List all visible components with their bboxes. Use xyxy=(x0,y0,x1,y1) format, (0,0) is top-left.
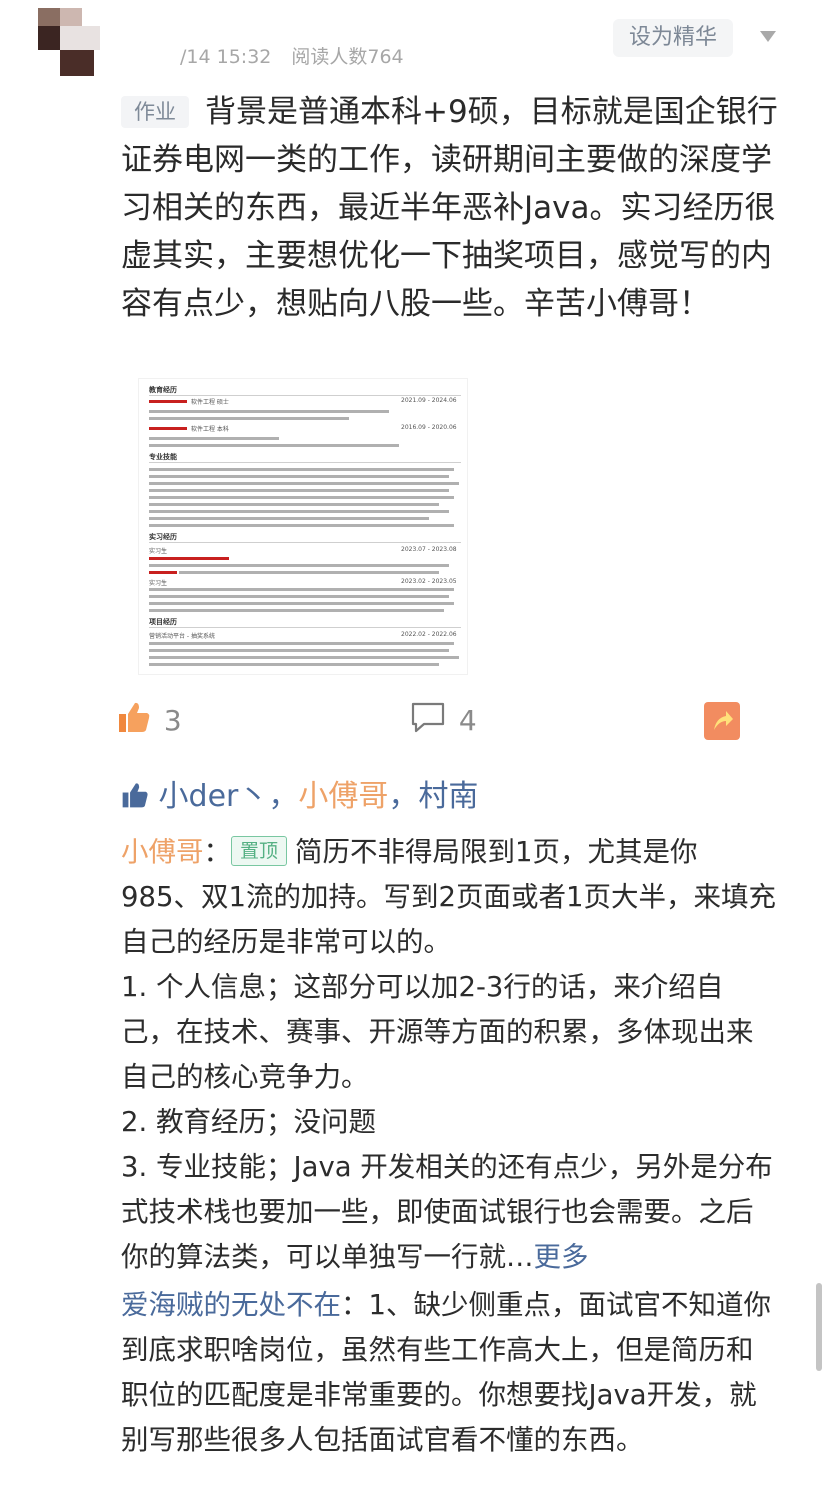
resume-section-title: 项目经历 xyxy=(149,618,177,626)
comment-icon xyxy=(411,702,445,733)
resume-section-title: 教育经历 xyxy=(149,386,177,394)
liked-by-row: 小der丶，小傅哥，村南 xyxy=(121,776,478,818)
resume-edu-label: 软件工程 硕士 xyxy=(191,399,229,406)
share-button[interactable] xyxy=(704,702,740,740)
thumbs-up-icon xyxy=(119,702,150,732)
read-count: 阅读人数764 xyxy=(291,46,404,68)
post-header: /14 15:32 阅读人数764 设为精华 xyxy=(0,0,826,90)
avatar[interactable] xyxy=(38,8,102,76)
resume-project-date: 2022.02 - 2022.06 xyxy=(401,631,457,638)
like-action[interactable]: 3 xyxy=(117,700,182,744)
comment-item: 爱海贼的无处不在：1、缺少侧重点，面试官不知道你到底求职啥岗位，虽然有些工作高大… xyxy=(121,1283,776,1463)
comment-colon: ： xyxy=(203,836,232,868)
comment-count: 4 xyxy=(458,704,477,737)
comment-point: 1. 个人信息；这部分可以加2-3行的话，来介绍自己，在技术、赛事、开源等方面的… xyxy=(121,971,754,1093)
comment-point: 3. 专业技能；Java 开发相关的还有点少，另外是分布式技术栈也要加一些，即使… xyxy=(121,1145,776,1280)
resume-intern-date: 2023.07 - 2023.08 xyxy=(401,546,457,553)
like-count: 3 xyxy=(163,704,182,737)
more-link[interactable]: 更多 xyxy=(534,1241,589,1273)
scrollbar[interactable] xyxy=(816,1283,822,1371)
resume-edu-date: 2021.09 - 2024.06 xyxy=(401,397,457,404)
liker-name[interactable]: 小傅哥 xyxy=(298,779,388,814)
comment-point-text: 3. 专业技能；Java 开发相关的还有点少，另外是分布式技术栈也要加一些，即使… xyxy=(121,1151,773,1273)
comment-author[interactable]: 爱海贼的无处不在 xyxy=(121,1289,341,1321)
post-meta: /14 15:32 阅读人数764 xyxy=(180,42,404,69)
comment-colon: ： xyxy=(341,1289,369,1321)
liker-name[interactable]: 村南 xyxy=(418,779,478,814)
separator: ， xyxy=(388,779,419,814)
resume-project-label: 营销活动平台 - 抽奖系统 xyxy=(149,633,215,640)
comment-item: 小傅哥： 置顶 简历不非得局限到1页，尤其是你985、双1流的加持。写到2页面或者1… xyxy=(121,830,776,1280)
post-time: /14 15:32 xyxy=(180,46,272,68)
resume-intern-label: 实习生 xyxy=(149,548,168,555)
post-tag[interactable]: 作业 xyxy=(121,96,189,128)
set-essence-button[interactable]: 设为精华 xyxy=(613,19,733,57)
resume-intern-label: 实习生 xyxy=(149,580,168,587)
resume-edu-label: 软件工程 本科 xyxy=(191,426,229,433)
comment-author[interactable]: 小傅哥 xyxy=(121,836,204,868)
resume-image[interactable]: 教育经历 软件工程 硕士 2021.09 - 2024.06 软件工程 本科 2… xyxy=(138,378,468,675)
thumbs-up-icon xyxy=(122,783,148,808)
liker-name[interactable]: 小der丶 xyxy=(159,779,269,814)
separator: ， xyxy=(268,779,299,814)
resume-section-title: 专业技能 xyxy=(149,453,177,461)
resume-edu-date: 2016.09 - 2020.06 xyxy=(401,424,457,431)
pinned-badge: 置顶 xyxy=(231,836,288,866)
post-body: 作业 背景是普通本科+9硕，目标就是国企银行证券电网一类的工作，读研期间主要做的深… xyxy=(121,88,791,328)
comment-action[interactable]: 4 xyxy=(410,700,477,744)
resume-intern-date: 2023.02 - 2023.05 xyxy=(401,578,457,585)
comment-point: 2. 教育经历；没问题 xyxy=(121,1106,376,1138)
chevron-down-icon[interactable] xyxy=(760,31,776,42)
share-icon xyxy=(714,711,733,730)
resume-section-title: 实习经历 xyxy=(149,533,177,541)
post-text: 背景是普通本科+9硕，目标就是国企银行证券电网一类的工作，读研期间主要做的深度学… xyxy=(121,94,778,322)
